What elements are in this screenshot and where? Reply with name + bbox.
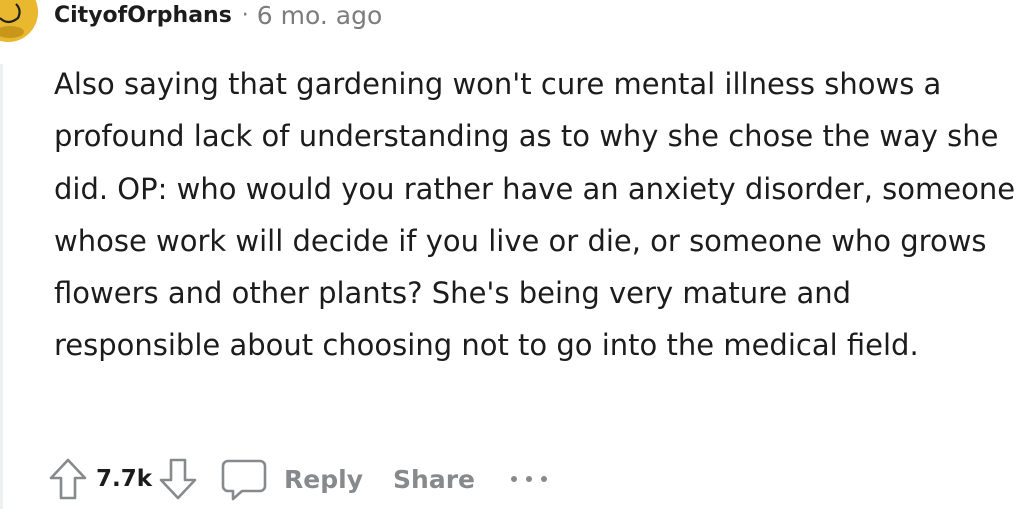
share-button[interactable]: Share — [393, 465, 475, 494]
reply-button[interactable]: Reply — [220, 457, 363, 501]
comment: CityofOrphans · 6 mo. ago Also saying th… — [0, 0, 1026, 509]
comment-body: Also saying that gardening won't cure me… — [54, 67, 1016, 363]
more-options-button[interactable] — [507, 471, 551, 487]
vote-count: 7.7k — [96, 466, 153, 492]
thread-line[interactable] — [0, 64, 3, 509]
separator-dot: · — [241, 2, 249, 28]
ellipsis-icon — [510, 476, 547, 482]
comment-header: CityofOrphans · 6 mo. ago — [54, 0, 382, 30]
username-link[interactable]: CityofOrphans — [54, 3, 232, 28]
timestamp-link[interactable]: 6 mo. ago — [257, 1, 382, 30]
arrow-down-icon — [159, 458, 197, 500]
upvote-button[interactable] — [48, 457, 88, 501]
avatar[interactable] — [0, 0, 38, 42]
comment-actions: 7.7k Reply Share — [48, 453, 551, 505]
avatar-icon — [0, 0, 38, 42]
reply-label: Reply — [284, 464, 364, 494]
speech-bubble-icon — [221, 459, 267, 501]
downvote-button[interactable] — [158, 457, 198, 501]
arrow-up-icon — [49, 458, 87, 500]
